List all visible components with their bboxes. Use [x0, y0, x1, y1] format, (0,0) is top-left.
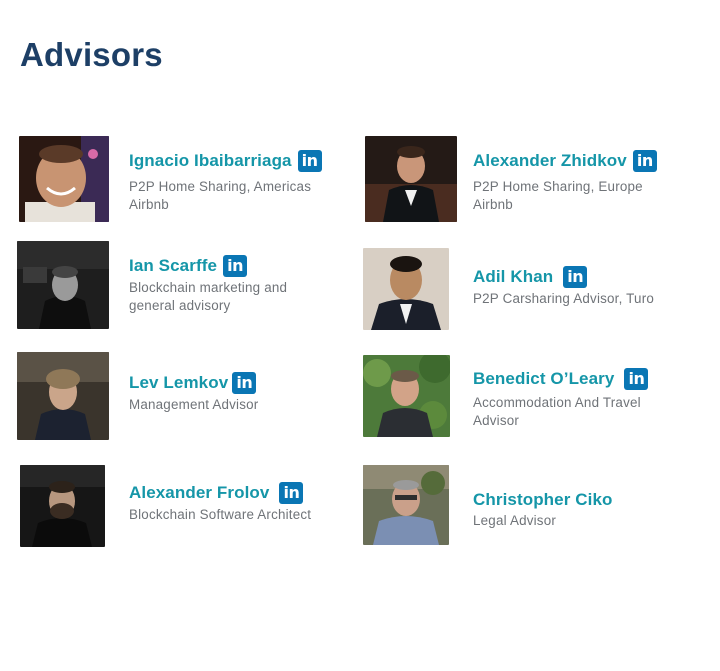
linkedin-icon[interactable]: in	[279, 482, 304, 504]
advisor-role: Blockchain Software Architect	[129, 506, 311, 524]
advisor-photo-lemkov	[17, 352, 109, 440]
role-line: general advisory	[129, 298, 231, 313]
advisor-name-row: Lev Lemkov in	[129, 372, 257, 394]
advisor-name[interactable]: Ignacio Ibaibarriaga	[129, 151, 292, 171]
advisor-name[interactable]: Ian Scarffe	[129, 256, 217, 276]
advisor-role: P2P Carsharing Advisor, Turo	[473, 290, 654, 308]
advisor-role: P2P Home Sharing, Americas Airbnb	[129, 178, 311, 214]
linkedin-icon[interactable]: in	[563, 266, 588, 288]
linkedin-icon[interactable]: in	[223, 255, 248, 277]
role-line: Advisor	[473, 413, 520, 428]
advisor-name[interactable]: Benedict O’Leary	[473, 369, 614, 389]
linkedin-icon[interactable]: in	[624, 368, 649, 390]
role-line: P2P Home Sharing, Europe	[473, 179, 643, 194]
role-line: Blockchain marketing and	[129, 280, 288, 295]
advisor-role: Blockchain marketing and general advisor…	[129, 279, 287, 315]
advisor-photo-scarffe	[17, 241, 109, 329]
page-title: Advisors	[20, 36, 163, 73]
role-line: Accommodation And Travel	[473, 395, 641, 410]
advisor-name-row: Adil Khan in	[473, 266, 588, 288]
advisor-photo-ignacio	[19, 136, 109, 222]
advisor-name-row: Alexander Zhidkov in	[473, 150, 657, 172]
advisor-name[interactable]: Alexander Zhidkov	[473, 151, 627, 171]
advisor-photo-frolov	[20, 465, 105, 547]
advisor-photo-zhidkov	[365, 136, 457, 222]
role-line: Management Advisor	[129, 397, 259, 412]
role-line: Legal Advisor	[473, 513, 556, 528]
linkedin-icon[interactable]: in	[632, 150, 657, 172]
advisor-name-row: Ignacio Ibaibarriaga in	[129, 150, 322, 172]
advisor-name[interactable]: Adil Khan	[473, 267, 553, 287]
advisor-name[interactable]: Lev Lemkov	[129, 373, 228, 393]
advisor-name-row: Benedict O’Leary in	[473, 368, 649, 390]
advisor-name-row: Ian Scarffe in	[129, 255, 248, 277]
linkedin-icon[interactable]: in	[297, 150, 322, 172]
role-line: Airbnb	[129, 197, 169, 212]
advisor-name[interactable]: Alexander Frolov	[129, 483, 269, 503]
advisor-photo-khan	[363, 248, 449, 330]
advisor-name[interactable]: Christopher Ciko	[473, 490, 613, 510]
advisor-role: Accommodation And Travel Advisor	[473, 394, 641, 430]
advisor-name-row: Alexander Frolov in	[129, 482, 304, 504]
role-line: P2P Home Sharing, Americas	[129, 179, 312, 194]
advisor-photo-ciko	[363, 465, 449, 545]
role-line: Airbnb	[473, 197, 513, 212]
linkedin-icon[interactable]: in	[232, 372, 257, 394]
role-line: Blockchain Software Architect	[129, 507, 312, 522]
advisor-role: P2P Home Sharing, Europe Airbnb	[473, 178, 643, 214]
role-line: P2P Carsharing Advisor, Turo	[473, 291, 655, 306]
advisor-name-row: Christopher Ciko	[473, 490, 613, 510]
advisor-photo-oleary	[363, 355, 450, 437]
advisor-role: Management Advisor	[129, 396, 258, 414]
advisor-role: Legal Advisor	[473, 512, 556, 530]
